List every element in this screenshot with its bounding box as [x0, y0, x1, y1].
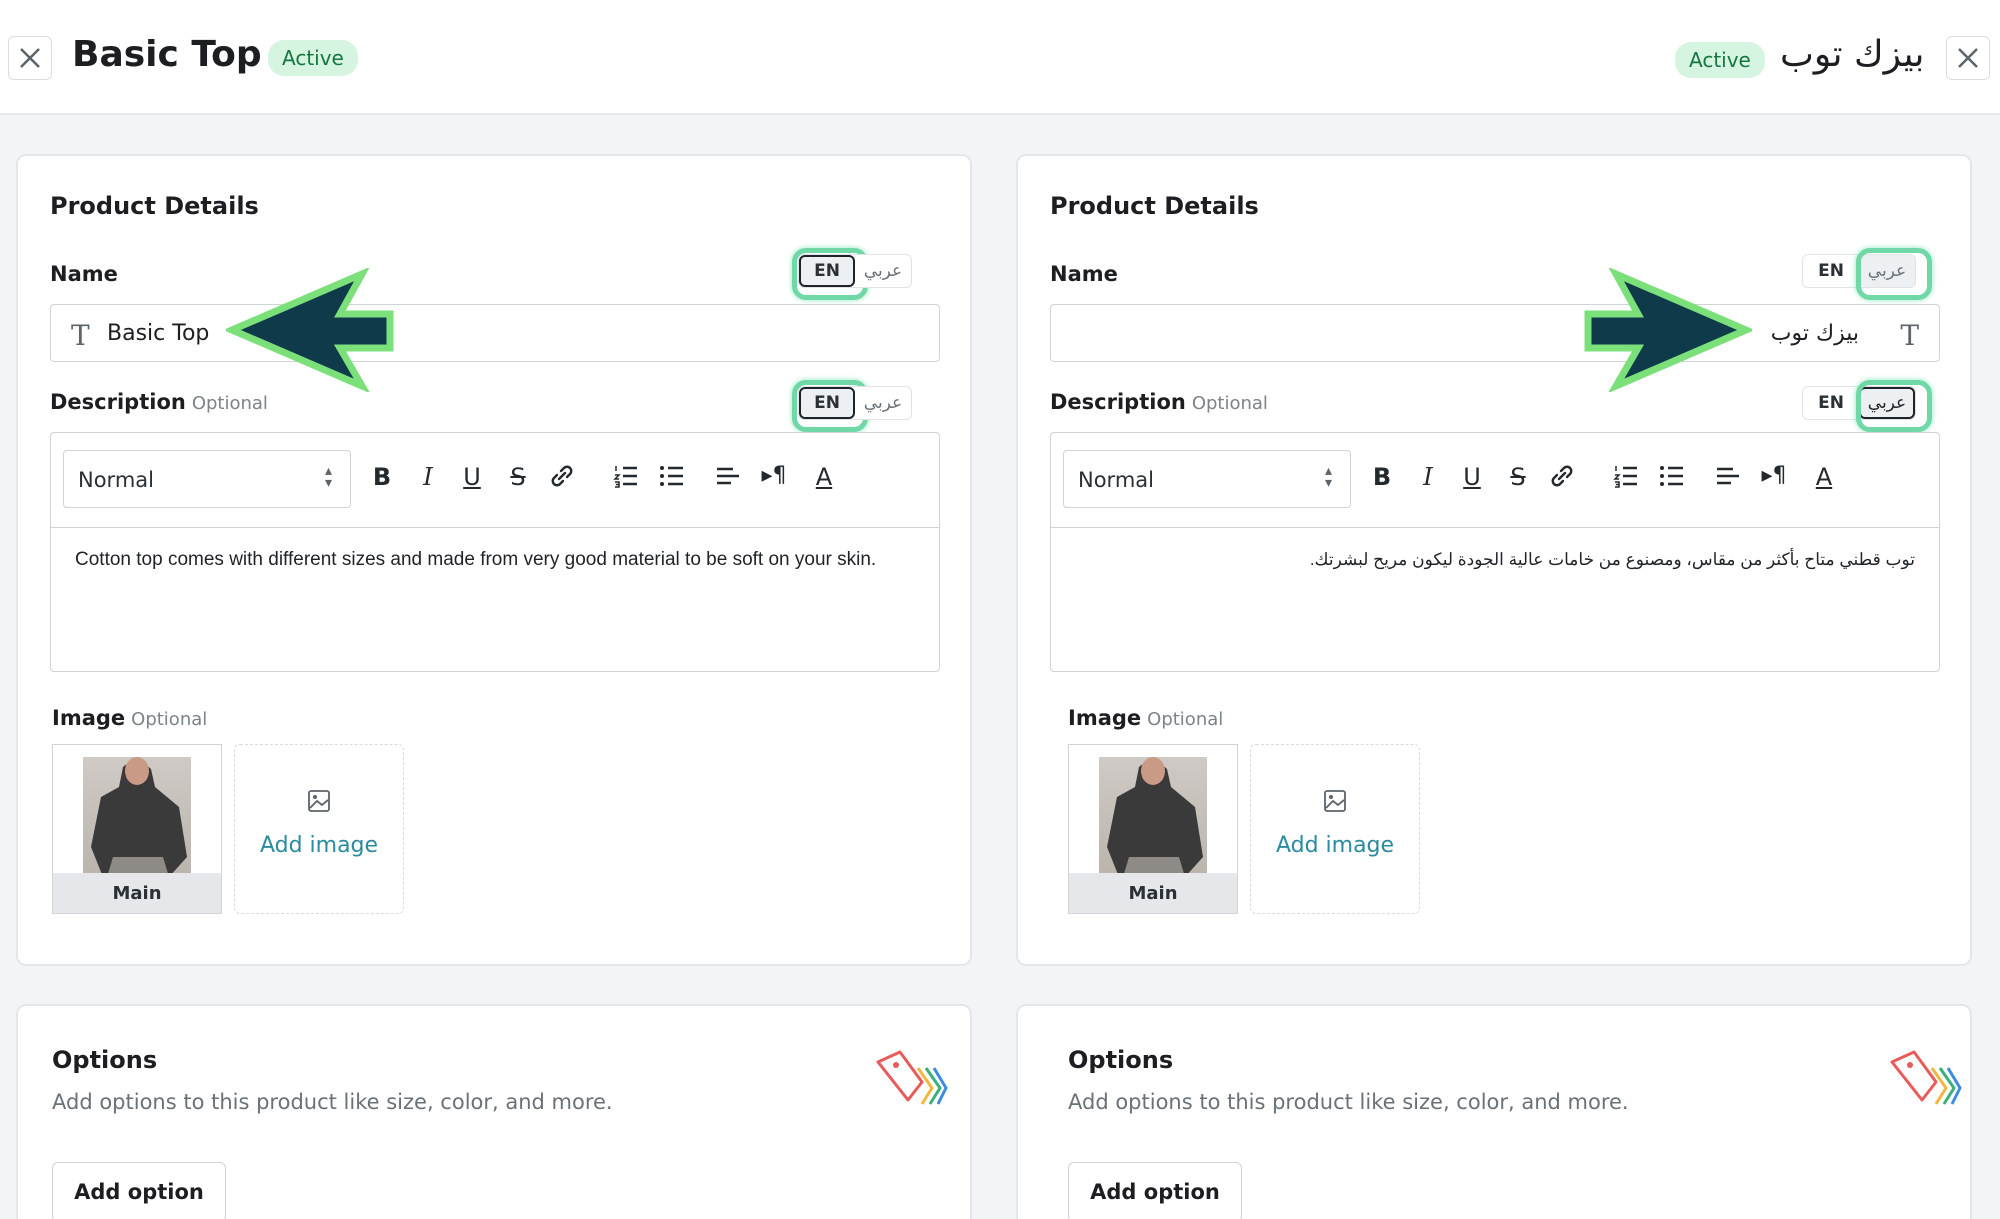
options-card-ar: Options Add options to this product like…	[1016, 1004, 1972, 1219]
align-icon	[717, 467, 739, 485]
format-select-value: Normal	[1078, 468, 1154, 492]
image-label: Image Optional	[1068, 706, 1224, 730]
options-card-en: Options Add options to this product like…	[16, 1004, 972, 1219]
main-image-label: Main	[53, 873, 221, 913]
product-details-card-ar: Product Details Name EN عربي بيزك توب T …	[1016, 154, 1972, 966]
name-language-toggle: EN عربي	[798, 254, 912, 288]
lang-en-button[interactable]: EN	[799, 387, 855, 419]
add-image-button[interactable]: Add image	[234, 744, 404, 914]
product-image-main[interactable]: Main	[1068, 744, 1238, 914]
close-button-ar[interactable]	[1946, 36, 1990, 80]
align-button[interactable]	[1711, 463, 1745, 495]
bullet-list-icon	[660, 466, 683, 486]
add-image-label: Add image	[1275, 833, 1395, 858]
tags-icon	[876, 1050, 948, 1105]
description-text[interactable]: توب قطني متاح بأكثر من مقاس، ومصنوع من خ…	[1075, 545, 1915, 575]
status-badge-ar: Active	[1675, 42, 1765, 78]
description-language-toggle: EN عربي	[798, 386, 912, 420]
bold-button[interactable]: B	[1365, 463, 1399, 491]
description-editor: Normal ▴ ▾ B I U S ▸¶ A توب قطني متاح بأك…	[1050, 432, 1940, 672]
format-select-value: Normal	[78, 468, 154, 492]
image-icon	[1324, 790, 1346, 812]
name-label: Name	[1050, 262, 1118, 286]
annotation-arrow-left-icon	[226, 268, 394, 392]
name-input[interactable]: T Basic Top	[50, 304, 940, 362]
lang-en-button[interactable]: EN	[1803, 255, 1859, 287]
options-subtitle: Add options to this product like size, c…	[52, 1090, 613, 1114]
italic-button[interactable]: I	[1411, 463, 1445, 491]
ordered-list-icon	[1613, 466, 1637, 488]
add-image-label: Add image	[259, 833, 379, 858]
align-button[interactable]	[711, 463, 745, 495]
link-icon	[1551, 465, 1573, 487]
ordered-list-icon	[613, 466, 637, 488]
align-icon	[1717, 467, 1739, 485]
editor-toolbar: Normal ▴ ▾ B I U S ▸¶ A	[1051, 433, 1939, 528]
ar-highlight	[1856, 248, 1932, 300]
strikethrough-button[interactable]: S	[501, 463, 535, 491]
product-image-main[interactable]: Main	[52, 744, 222, 914]
link-button[interactable]	[545, 463, 579, 495]
description-label: Description Optional	[50, 390, 268, 414]
select-arrows-icon: ▴ ▾	[324, 463, 332, 491]
page-title-ar: بيزك توب	[1780, 34, 1925, 75]
font-color-button[interactable]: A	[807, 463, 841, 491]
description-editor: Normal ▴ ▾ B I U S ▸¶ A Cotton top comes …	[50, 432, 940, 672]
add-option-button[interactable]: Add option	[1068, 1162, 1242, 1219]
close-button[interactable]	[8, 36, 52, 80]
font-color-button[interactable]: A	[1807, 463, 1841, 491]
lang-en-button[interactable]: EN	[799, 255, 855, 287]
ordered-list-button[interactable]	[1609, 463, 1643, 495]
name-input[interactable]: بيزك توب T	[1050, 304, 1940, 362]
name-label: Name	[50, 262, 118, 286]
section-title: Product Details	[50, 192, 259, 220]
bullet-list-button[interactable]	[1655, 463, 1689, 495]
options-title: Options	[52, 1046, 158, 1074]
lang-ar-button[interactable]: عربي	[855, 255, 911, 287]
text-type-icon: T	[71, 319, 90, 352]
options-subtitle: Add options to this product like size, c…	[1068, 1090, 1629, 1114]
main-image-label: Main	[1069, 873, 1237, 913]
name-value: بيزك توب	[1770, 321, 1859, 346]
tags-icon	[1890, 1050, 1962, 1105]
add-image-button[interactable]: Add image	[1250, 744, 1420, 914]
link-button[interactable]	[1545, 463, 1579, 495]
underline-button[interactable]: U	[455, 463, 489, 491]
bullet-list-icon	[1660, 466, 1683, 486]
image-label: Image Optional	[52, 706, 208, 730]
image-icon	[308, 790, 330, 812]
text-type-icon: T	[1900, 319, 1919, 352]
product-details-card-en: Product Details Name EN عربي T Basic Top…	[16, 154, 972, 966]
editor-toolbar: Normal ▴ ▾ B I U S ▸¶ A	[51, 433, 939, 528]
description-text[interactable]: Cotton top comes with different sizes an…	[75, 545, 915, 575]
ar-highlight	[1856, 380, 1932, 432]
lang-ar-button[interactable]: عربي	[855, 387, 911, 419]
link-icon	[551, 465, 573, 487]
page-title: Basic Top	[72, 34, 262, 75]
name-value: Basic Top	[107, 321, 210, 346]
select-arrows-icon: ▴ ▾	[1324, 463, 1332, 491]
top-bar: Basic Top Active Active بيزك توب	[0, 0, 2000, 115]
underline-button[interactable]: U	[1455, 463, 1489, 491]
annotation-arrow-right-icon	[1584, 268, 1752, 392]
description-label: Description Optional	[1050, 390, 1268, 414]
add-option-button[interactable]: Add option	[52, 1162, 226, 1219]
close-icon	[20, 48, 40, 68]
ordered-list-button[interactable]	[609, 463, 643, 495]
bullet-list-button[interactable]	[655, 463, 689, 495]
strikethrough-button[interactable]: S	[1501, 463, 1535, 491]
product-photo	[83, 757, 191, 877]
product-photo	[1099, 757, 1207, 877]
options-title: Options	[1068, 1046, 1174, 1074]
text-direction-button[interactable]: ▸¶	[757, 463, 791, 488]
italic-button[interactable]: I	[411, 463, 445, 491]
section-title: Product Details	[1050, 192, 1259, 220]
bold-button[interactable]: B	[365, 463, 399, 491]
lang-en-button[interactable]: EN	[1803, 387, 1859, 419]
format-select[interactable]: Normal ▴ ▾	[63, 450, 351, 508]
status-badge: Active	[268, 40, 358, 76]
close-icon	[1958, 48, 1978, 68]
text-direction-button[interactable]: ▸¶	[1757, 463, 1791, 488]
format-select[interactable]: Normal ▴ ▾	[1063, 450, 1351, 508]
